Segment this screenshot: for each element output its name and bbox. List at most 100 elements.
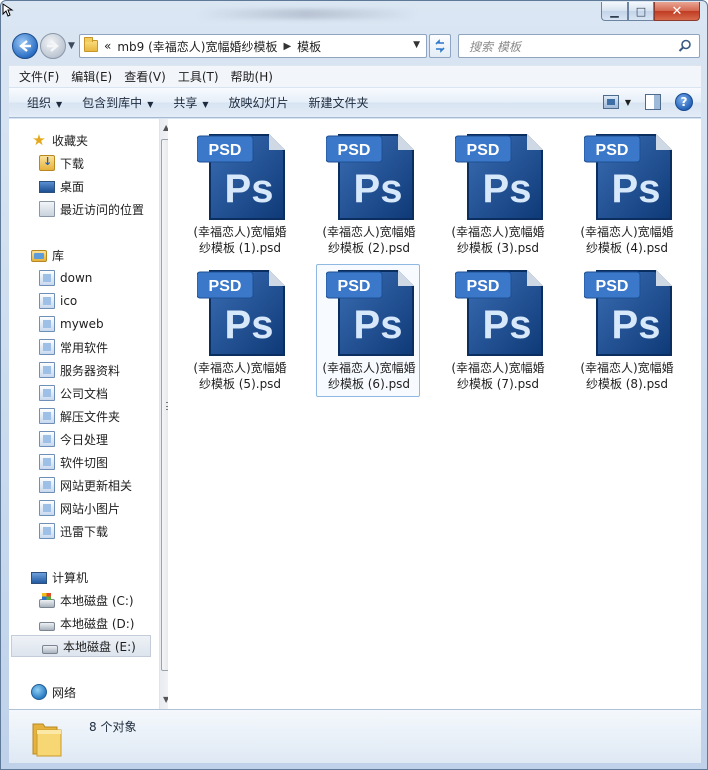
nav-libraries[interactable]: 库: [9, 244, 151, 266]
file-item[interactable]: PSD Ps (幸福恋人)宽幅婚 纱模板 (2).psd: [316, 128, 420, 261]
nav-item-library[interactable]: myweb: [9, 313, 151, 335]
nav-item-label: 服务器资料: [60, 363, 121, 378]
psd-file-icon: PSD Ps: [326, 270, 414, 356]
nav-libraries-label: 库: [52, 248, 65, 263]
ps-label: Ps: [354, 167, 403, 211]
search-icon[interactable]: [678, 39, 692, 53]
psd-label: PSD: [209, 278, 242, 295]
psd-label: PSD: [467, 278, 500, 295]
nav-item-drive-d[interactable]: 本地磁盘 (D:): [9, 612, 151, 634]
drive-icon: [42, 644, 58, 654]
address-overflow[interactable]: «: [104, 39, 111, 53]
nav-item-label: 网站更新相关: [60, 478, 133, 493]
nav-item-recent-places[interactable]: 最近访问的位置: [9, 198, 151, 220]
library-icon: [31, 250, 47, 262]
psd-label: PSD: [467, 142, 500, 159]
file-name-line: (幸福恋人)宽幅婚: [322, 361, 416, 375]
nav-item-library[interactable]: 软件切图: [9, 451, 151, 473]
file-item[interactable]: PSD Ps (幸福恋人)宽幅婚 纱模板 (4).psd: [574, 128, 678, 261]
folder-icon: [32, 723, 62, 757]
title-bar[interactable]: ▁ □ ✕: [1, 1, 707, 29]
file-name: (幸福恋人)宽幅婚 纱模板 (2).psd: [317, 224, 421, 256]
nav-item-downloads[interactable]: 下载: [9, 152, 151, 174]
share-button[interactable]: 共享 ▼: [163, 94, 218, 111]
explorer-window: ▁ □ ✕ ▼ « mb9 (幸福恋人)宽幅婚纱模板 ▶ 模板 ▼ 搜索 模板: [0, 0, 708, 770]
menu-view[interactable]: 查看(V): [118, 68, 172, 85]
refresh-button[interactable]: [429, 34, 451, 58]
nav-item-drive-e[interactable]: 本地磁盘 (E:): [11, 635, 151, 657]
file-item[interactable]: PSD Ps (幸福恋人)宽幅婚 纱模板 (1).psd: [187, 128, 291, 261]
nav-network[interactable]: 网络: [9, 681, 151, 703]
nav-item-library[interactable]: 服务器资料: [9, 359, 151, 381]
search-placeholder: 搜索 模板: [469, 39, 521, 54]
menu-help[interactable]: 帮助(H): [225, 68, 279, 85]
breadcrumb-parent[interactable]: mb9 (幸福恋人)宽幅婚纱模板: [117, 38, 277, 55]
file-view[interactable]: PSD Ps (幸福恋人)宽幅婚 纱模板 (1).psd PSD Ps (幸福恋人)宽幅婚纱…: [168, 119, 701, 709]
refresh-icon: [435, 39, 445, 53]
share-label: 共享: [173, 96, 198, 110]
chevron-down-icon: ▼: [56, 100, 63, 109]
nav-item-library[interactable]: down: [9, 267, 151, 289]
file-name-line: 纱模板 (1).psd: [198, 241, 282, 255]
nav-item-desktop[interactable]: 桌面: [9, 175, 151, 197]
nav-item-library[interactable]: 公司文档: [9, 382, 151, 404]
address-history-dropdown[interactable]: ▼: [413, 40, 420, 50]
menu-tools[interactable]: 工具(T): [172, 68, 225, 85]
include-in-library-button[interactable]: 包含到库中 ▼: [72, 94, 163, 111]
nav-item-label: 桌面: [60, 179, 85, 194]
nav-item-label: 本地磁盘 (D:): [60, 616, 135, 631]
close-button[interactable]: ✕: [654, 2, 700, 21]
network-icon: [31, 684, 47, 700]
file-name-line: (幸福恋人)宽幅婚: [451, 361, 545, 375]
file-item[interactable]: PSD Ps (幸福恋人)宽幅婚 纱模板 (5).psd: [187, 264, 291, 397]
computer-icon: [31, 572, 47, 584]
view-controls: ▼ ?: [602, 93, 693, 111]
breadcrumb-separator-icon[interactable]: ▶: [283, 41, 291, 52]
nav-item-drive-c[interactable]: 本地磁盘 (C:): [9, 589, 151, 611]
forward-button[interactable]: [40, 33, 66, 59]
nav-item-library[interactable]: ico: [9, 290, 151, 312]
organize-label: 组织: [27, 96, 52, 110]
nav-item-library[interactable]: 解压文件夹: [9, 405, 151, 427]
file-name: (幸福恋人)宽幅婚 纱模板 (4).psd: [575, 224, 679, 256]
help-icon[interactable]: ?: [675, 93, 693, 111]
nav-item-library[interactable]: 常用软件: [9, 336, 151, 358]
chevron-down-icon: ▼: [624, 97, 631, 107]
menu-edit[interactable]: 编辑(E): [65, 68, 118, 85]
maximize-button[interactable]: □: [628, 2, 654, 21]
file-name-line: (幸福恋人)宽幅婚: [451, 225, 545, 239]
search-input[interactable]: 搜索 模板: [458, 34, 700, 58]
desktop-icon: [39, 181, 55, 193]
nav-item-library[interactable]: 网站更新相关: [9, 474, 151, 496]
file-item[interactable]: PSD Ps (幸福恋人)宽幅婚 纱模板 (7).psd: [445, 264, 549, 397]
breadcrumb-current[interactable]: 模板: [297, 38, 321, 55]
new-folder-button[interactable]: 新建文件夹: [299, 94, 379, 111]
file-name-line: 纱模板 (5).psd: [198, 377, 282, 391]
change-view-button[interactable]: ▼: [602, 95, 631, 109]
nav-item-label: 常用软件: [60, 340, 109, 355]
nav-computer[interactable]: 计算机: [9, 566, 151, 588]
slideshow-button[interactable]: 放映幻灯片: [219, 94, 299, 111]
file-item[interactable]: PSD Ps (幸福恋人)宽幅婚 纱模板 (6).psd: [316, 264, 420, 397]
library-folder-icon: [39, 316, 55, 332]
file-item[interactable]: PSD Ps (幸福恋人)宽幅婚 纱模板 (3).psd: [445, 128, 549, 261]
nav-item-library[interactable]: 网站小图片: [9, 497, 151, 519]
preview-pane-icon[interactable]: [645, 94, 661, 110]
file-name-line: 纱模板 (7).psd: [456, 377, 540, 391]
address-bar[interactable]: « mb9 (幸福恋人)宽幅婚纱模板 ▶ 模板 ▼: [79, 34, 427, 58]
minimize-button[interactable]: ▁: [601, 2, 628, 21]
file-item[interactable]: PSD Ps (幸福恋人)宽幅婚 纱模板 (8).psd: [574, 264, 678, 397]
recent-pages-dropdown[interactable]: ▼: [68, 41, 75, 51]
view-icon: [602, 95, 619, 109]
nav-favorites[interactable]: ★ 收藏夹: [9, 129, 151, 151]
organize-button[interactable]: 组织 ▼: [17, 94, 72, 111]
back-button[interactable]: [12, 33, 38, 59]
downloads-folder-icon: [39, 155, 55, 171]
menu-file[interactable]: 文件(F): [13, 68, 65, 85]
nav-item-library[interactable]: 今日处理: [9, 428, 151, 450]
forward-arrow-icon: [47, 40, 59, 52]
folder-icon: [84, 37, 98, 52]
chevron-down-icon: ▼: [202, 100, 209, 109]
nav-item-library[interactable]: 迅雷下载: [9, 520, 151, 542]
psd-file-icon: PSD Ps: [455, 270, 543, 356]
